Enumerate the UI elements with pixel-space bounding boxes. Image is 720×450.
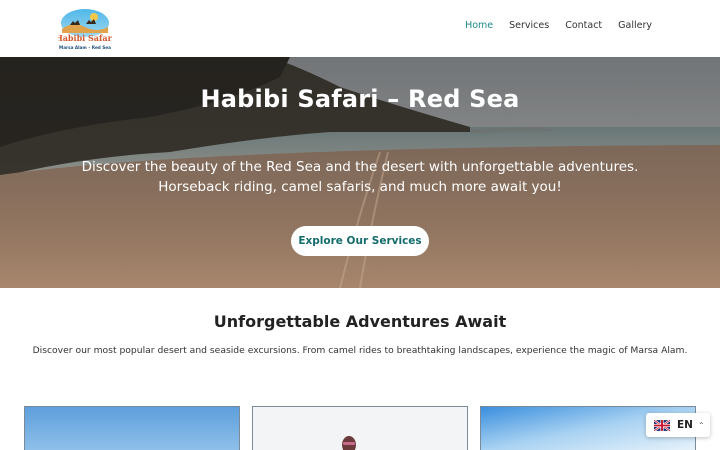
- card-image-sky: [25, 407, 239, 450]
- site-header: Habibi Safari Marsa Alam – Red Sea Home …: [0, 0, 720, 57]
- nav-contact[interactable]: Contact: [565, 20, 602, 31]
- nav-home[interactable]: Home: [465, 20, 493, 31]
- nav-services[interactable]: Services: [509, 20, 549, 31]
- main-nav: Home Services Contact Gallery: [465, 20, 652, 31]
- section-description: Discover our most popular desert and sea…: [32, 345, 688, 356]
- svg-text:Habibi Safari: Habibi Safari: [58, 33, 112, 43]
- svg-text:Marsa Alam – Red Sea: Marsa Alam – Red Sea: [59, 45, 111, 50]
- hero-banner: Habibi Safari – Red Sea Discover the bea…: [0, 57, 720, 288]
- excursion-card-2[interactable]: [252, 406, 468, 450]
- site-logo[interactable]: Habibi Safari Marsa Alam – Red Sea: [55, 7, 115, 51]
- uk-flag-icon: [654, 419, 670, 431]
- hero-title: Habibi Safari – Red Sea: [200, 85, 520, 113]
- language-code: EN: [677, 419, 693, 431]
- section-title: Unforgettable Adventures Await: [213, 312, 507, 331]
- language-switcher[interactable]: EN ⌃: [646, 413, 710, 437]
- hero-description: Discover the beauty of the Red Sea and t…: [81, 159, 639, 195]
- explore-services-button[interactable]: Explore Our Services: [291, 226, 429, 256]
- card-image-person: [253, 407, 467, 450]
- nav-gallery[interactable]: Gallery: [618, 20, 652, 31]
- excursion-card-1[interactable]: [24, 406, 240, 450]
- logo-image: Habibi Safari Marsa Alam – Red Sea: [55, 9, 115, 50]
- chevron-up-icon: ⌃: [697, 420, 705, 430]
